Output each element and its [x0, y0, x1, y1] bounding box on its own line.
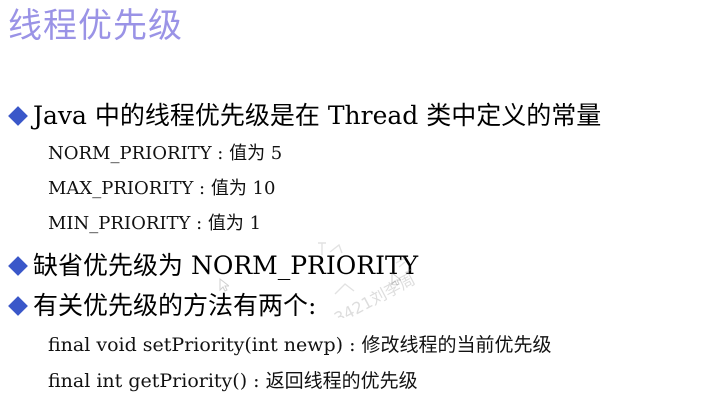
max-priority-item: MAX_PRIORITY : 值为 10: [48, 178, 276, 199]
bullet-text: Java 中的线程优先级是在 Thread 类中定义的常量: [33, 101, 602, 130]
bullet-text: 有关优先级的方法有两个:: [33, 291, 317, 320]
slide-title: 线程优先级: [8, 6, 183, 46]
diamond-bullet-icon: [8, 296, 28, 316]
diamond-bullet-icon: [8, 106, 28, 126]
min-priority-item: MIN_PRIORITY : 值为 1: [48, 213, 262, 234]
diamond-bullet-icon: [8, 256, 28, 276]
bullet-priority-methods: 有关优先级的方法有两个:: [6, 291, 316, 321]
bullet-java-priority-constants: Java 中的线程优先级是在 Thread 类中定义的常量: [6, 101, 601, 131]
watermark-icon: 3421刘李周: [318, 242, 418, 318]
cursor-icon: [391, 272, 401, 286]
slide: 线程优先级 Java 中的线程优先级是在 Thread 类中定义的常量 NORM…: [0, 0, 718, 408]
set-priority-method-item: final void setPriority(int newp) : 修改线程的…: [48, 334, 552, 356]
get-priority-method-item: final int getPriority() : 返回线程的优先级: [48, 370, 418, 392]
watermark-text: 3421刘李周: [331, 270, 418, 318]
cursor-icon: [219, 278, 229, 292]
norm-priority-item: NORM_PRIORITY : 值为 5: [48, 143, 283, 164]
